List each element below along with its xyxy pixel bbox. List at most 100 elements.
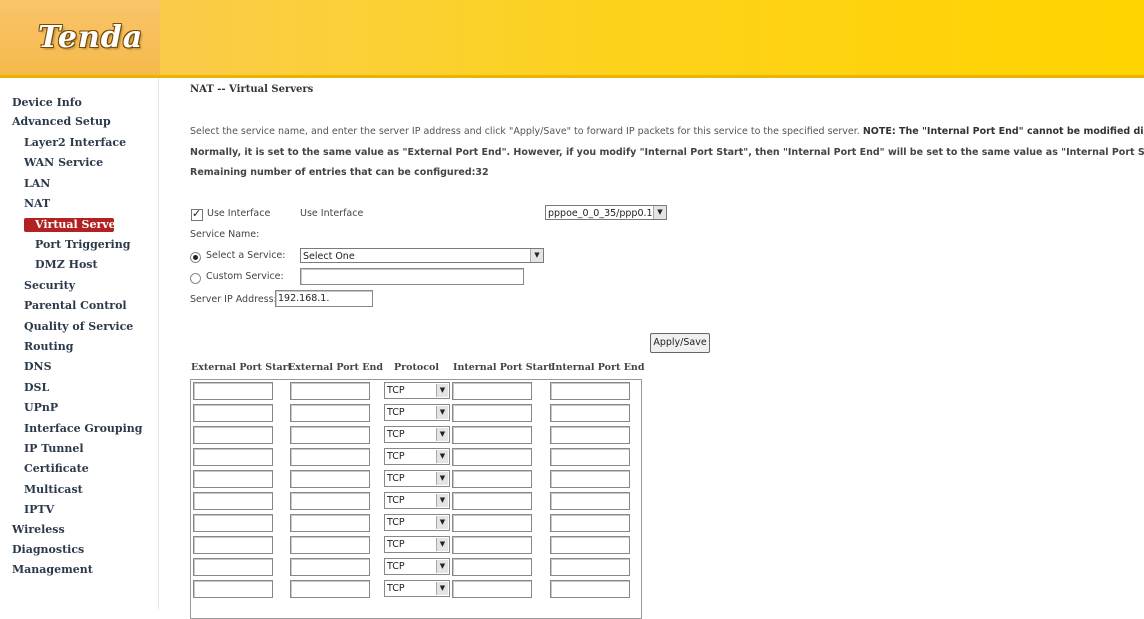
external-port-start-input[interactable] xyxy=(193,514,273,532)
table-row: TCP ▼ xyxy=(191,382,641,404)
protocol-select[interactable]: TCP ▼ xyxy=(384,426,450,443)
internal-port-start-input[interactable] xyxy=(452,404,532,422)
th-internal-port-start: Internal Port Start xyxy=(453,362,553,373)
internal-port-end-input[interactable] xyxy=(550,536,630,554)
internal-port-start-input[interactable] xyxy=(452,580,532,598)
external-port-start-input[interactable] xyxy=(193,470,273,488)
apply-save-button[interactable]: Apply/Save xyxy=(650,333,710,353)
custom-service-input[interactable] xyxy=(300,268,524,285)
custom-service-radio[interactable] xyxy=(190,273,201,284)
external-port-start-input[interactable] xyxy=(193,580,273,598)
external-port-end-input[interactable] xyxy=(290,558,370,576)
chevron-down-icon: ▼ xyxy=(530,249,543,262)
interface-select[interactable]: pppoe_0_0_35/ppp0.1 ▼ xyxy=(545,205,667,220)
nav-multicast[interactable]: Multicast xyxy=(24,483,83,496)
nav-interface-grouping[interactable]: Interface Grouping xyxy=(24,422,143,435)
protocol-select[interactable]: TCP ▼ xyxy=(384,558,450,575)
protocol-value: TCP xyxy=(387,451,405,462)
protocol-select[interactable]: TCP ▼ xyxy=(384,470,450,487)
note-text: NOTE: The "Internal Port End" cannot be … xyxy=(862,126,1144,137)
external-port-start-input[interactable] xyxy=(193,426,273,444)
internal-port-start-input[interactable] xyxy=(452,514,532,532)
internal-port-end-input[interactable] xyxy=(550,514,630,532)
table-row: TCP ▼ xyxy=(191,558,641,580)
internal-port-start-input[interactable] xyxy=(452,448,532,466)
internal-port-end-input[interactable] xyxy=(550,470,630,488)
nav-lan[interactable]: LAN xyxy=(24,177,50,190)
instructions-text: Select the service name, and enter the s… xyxy=(190,126,860,137)
external-port-end-input[interactable] xyxy=(290,382,370,400)
server-ip-input[interactable]: 192.168.1. xyxy=(275,290,373,307)
external-port-end-input[interactable] xyxy=(290,404,370,422)
nav-wan-service[interactable]: WAN Service xyxy=(24,156,103,169)
nav-dmz-host[interactable]: DMZ Host xyxy=(35,258,98,271)
chevron-down-icon: ▼ xyxy=(436,428,448,441)
protocol-select[interactable]: TCP ▼ xyxy=(384,492,450,509)
internal-port-end-input[interactable] xyxy=(550,448,630,466)
external-port-end-input[interactable] xyxy=(290,426,370,444)
external-port-start-input[interactable] xyxy=(193,448,273,466)
nav-iptv[interactable]: IPTV xyxy=(24,503,54,516)
internal-port-start-input[interactable] xyxy=(452,382,532,400)
protocol-select[interactable]: TCP ▼ xyxy=(384,382,450,399)
logo-area: Tenda xyxy=(0,0,160,78)
table-row: TCP ▼ xyxy=(191,536,641,558)
internal-port-end-input[interactable] xyxy=(550,580,630,598)
protocol-select[interactable]: TCP ▼ xyxy=(384,580,450,597)
nav-security[interactable]: Security xyxy=(24,279,75,292)
server-ip-label: Server IP Address: xyxy=(190,294,277,305)
external-port-start-input[interactable] xyxy=(193,492,273,510)
protocol-select[interactable]: TCP ▼ xyxy=(384,448,450,465)
use-interface-checkbox-label: Use Interface xyxy=(207,208,271,219)
external-port-end-input[interactable] xyxy=(290,536,370,554)
protocol-select[interactable]: TCP ▼ xyxy=(384,536,450,553)
nav-port-triggering[interactable]: Port Triggering xyxy=(35,238,130,251)
internal-port-end-input[interactable] xyxy=(550,404,630,422)
nav-advanced-setup[interactable]: Advanced Setup xyxy=(12,115,111,128)
nav-management[interactable]: Management xyxy=(12,563,93,576)
nav-diagnostics[interactable]: Diagnostics xyxy=(12,543,84,556)
external-port-start-input[interactable] xyxy=(193,404,273,422)
external-port-start-input[interactable] xyxy=(193,382,273,400)
internal-port-start-input[interactable] xyxy=(452,470,532,488)
nav-dns[interactable]: DNS xyxy=(24,360,52,373)
protocol-select[interactable]: TCP ▼ xyxy=(384,514,450,531)
internal-port-end-input[interactable] xyxy=(550,558,630,576)
use-interface-checkbox[interactable] xyxy=(191,207,203,221)
nav-quality-of-service[interactable]: Quality of Service xyxy=(24,320,133,333)
th-external-port-end: External Port End xyxy=(288,362,384,373)
select-service-radio[interactable] xyxy=(190,252,201,263)
chevron-down-icon: ▼ xyxy=(436,582,448,595)
internal-port-end-input[interactable] xyxy=(550,426,630,444)
external-port-end-input[interactable] xyxy=(290,580,370,598)
nav-layer2-interface[interactable]: Layer2 Interface xyxy=(24,136,126,149)
internal-port-start-input[interactable] xyxy=(452,426,532,444)
nav-upnp[interactable]: UPnP xyxy=(24,401,58,414)
external-port-end-input[interactable] xyxy=(290,448,370,466)
internal-port-end-input[interactable] xyxy=(550,492,630,510)
th-protocol: Protocol xyxy=(394,362,439,373)
protocol-select[interactable]: TCP ▼ xyxy=(384,404,450,421)
nav-nat[interactable]: NAT xyxy=(24,197,50,210)
nav-certificate[interactable]: Certificate xyxy=(24,462,89,475)
tenda-logo: Tenda xyxy=(38,20,144,55)
internal-port-end-input[interactable] xyxy=(550,382,630,400)
table-row: TCP ▼ xyxy=(191,492,641,514)
internal-port-start-input[interactable] xyxy=(452,536,532,554)
nav-virtual-servers[interactable]: Virtual Servers xyxy=(24,218,128,232)
nav-routing[interactable]: Routing xyxy=(24,340,73,353)
th-external-port-start: External Port Start xyxy=(191,362,293,373)
nav-parental-control[interactable]: Parental Control xyxy=(24,299,127,312)
external-port-start-input[interactable] xyxy=(193,536,273,554)
external-port-start-input[interactable] xyxy=(193,558,273,576)
service-select[interactable]: Select One ▼ xyxy=(300,248,544,263)
nav-device-info[interactable]: Device Info xyxy=(12,96,82,109)
external-port-end-input[interactable] xyxy=(290,492,370,510)
nav-dsl[interactable]: DSL xyxy=(24,381,49,394)
external-port-end-input[interactable] xyxy=(290,514,370,532)
internal-port-start-input[interactable] xyxy=(452,492,532,510)
internal-port-start-input[interactable] xyxy=(452,558,532,576)
external-port-end-input[interactable] xyxy=(290,470,370,488)
nav-ip-tunnel[interactable]: IP Tunnel xyxy=(24,442,84,455)
nav-wireless[interactable]: Wireless xyxy=(12,523,65,536)
